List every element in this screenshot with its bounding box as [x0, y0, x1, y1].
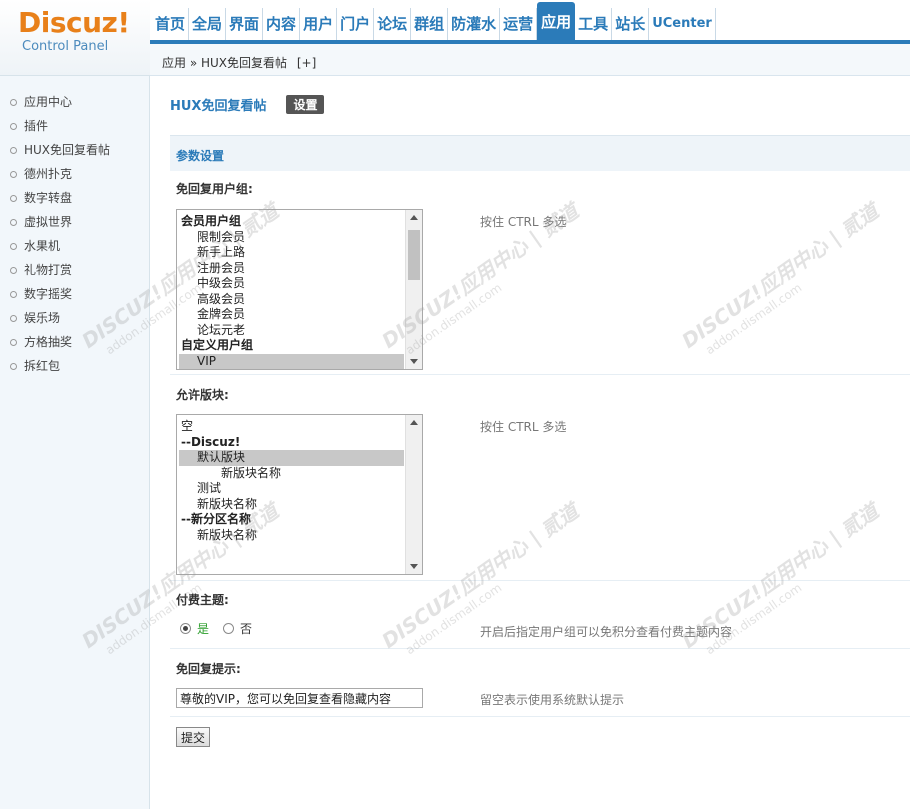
select-option[interactable]: 新版块名称 — [179, 528, 404, 544]
forums-label: 允许版块: — [176, 388, 229, 402]
nav-item-6[interactable]: 论坛 — [374, 8, 412, 40]
select-option[interactable]: 自定义用户组 — [179, 338, 404, 354]
sidebar-item[interactable]: 数字摇奖 — [0, 282, 149, 306]
select-option[interactable]: 限制会员 — [179, 230, 404, 246]
nav-item-4[interactable]: 用户 — [300, 8, 338, 40]
section-header: 参数设置 — [170, 135, 910, 171]
select-option[interactable]: VIP — [179, 353, 404, 369]
usergroups-scrollbar[interactable] — [405, 210, 422, 369]
forums-select[interactable]: 空 --Discuz! 默认版块 新版块名称 测试 新版块名称 --新分区名称 新版块名称 — [176, 414, 423, 575]
usergroups-hint: 按住 CTRL 多选 — [480, 215, 567, 229]
reply-notice-input[interactable] — [176, 688, 423, 708]
sidebar-item[interactable]: 插件 — [0, 114, 149, 138]
paid-thread-yes-radio[interactable] — [180, 623, 191, 634]
nav-item-13[interactable]: UCenter — [649, 8, 716, 40]
sidebar-item[interactable]: 娱乐场 — [0, 306, 149, 330]
scroll-up-icon[interactable] — [410, 215, 418, 220]
sidebar-item[interactable]: 水果机 — [0, 234, 149, 258]
usergroups-label: 免回复用户组: — [176, 182, 253, 196]
paid-thread-yes-label[interactable]: 是 — [197, 620, 209, 637]
nav-item-11[interactable]: 工具 — [575, 8, 613, 40]
submit-button[interactable]: 提交 — [176, 727, 211, 747]
logo-main-text: Discuz! — [18, 6, 130, 39]
paid-thread-no-label[interactable]: 否 — [240, 620, 252, 637]
divider — [170, 716, 910, 717]
tab-settings[interactable]: 设置 — [286, 94, 325, 114]
forums-scrollbar[interactable] — [405, 415, 422, 574]
select-option[interactable]: 新手上路 — [179, 245, 404, 261]
select-option[interactable]: 新版块名称 — [179, 466, 404, 482]
sidebar: 应用中心 插件 HUX免回复看帖 德州扑克 数字转盘 虚拟世界 水果机 礼物打赏 数字摇奖 娱乐场… — [0, 76, 150, 809]
scroll-thumb[interactable] — [408, 230, 420, 280]
nav-item-1[interactable]: 全局 — [189, 8, 227, 40]
select-option[interactable]: --新分区名称 — [179, 512, 404, 528]
sidebar-item[interactable]: 虚拟世界 — [0, 210, 149, 234]
reply-notice-label: 免回复提示: — [176, 662, 241, 676]
nav-item-7[interactable]: 群组 — [411, 8, 449, 40]
sidebar-item[interactable]: 应用中心 — [0, 90, 149, 114]
select-option[interactable]: 会员用户组 — [179, 214, 404, 230]
logo-sub-text: Control Panel — [22, 39, 109, 54]
divider — [170, 374, 910, 375]
section-title: 参数设置 — [176, 149, 225, 163]
reply-notice-hint: 留空表示使用系统默认提示 — [480, 693, 625, 707]
select-option[interactable]: 论坛元老 — [179, 323, 404, 339]
select-option[interactable]: 新版块名称 — [179, 497, 404, 513]
select-option[interactable]: 注册会员 — [179, 261, 404, 277]
breadcrumb-bar: 应用 » HUX免回复看帖 [+] — [150, 44, 910, 76]
paid-thread-radios: 是 否 — [180, 620, 266, 637]
nav-item-10[interactable]: 应用 — [537, 2, 576, 40]
sidebar-item[interactable]: 拆红包 — [0, 354, 149, 378]
select-option[interactable]: 默认版块 — [179, 450, 404, 466]
header: Discuz! Control Panel 首页 全局 界面 内容 用户 门户 论坛 群组 防灌… — [0, 0, 910, 76]
select-option[interactable]: 空 — [179, 419, 404, 435]
divider — [170, 580, 910, 581]
nav-item-9[interactable]: 运营 — [500, 8, 538, 40]
title-row: HUX免回复看帖 设置 — [170, 94, 325, 114]
select-option[interactable]: --Discuz! — [179, 435, 404, 451]
scroll-up-icon[interactable] — [410, 420, 418, 425]
top-nav-list: 首页 全局 界面 内容 用户 门户 论坛 群组 防灌水 运营 应用 工具 站长 UCenter — [152, 2, 716, 40]
breadcrumb-text: 应用 » HUX免回复看帖 — [162, 56, 287, 70]
page-title: HUX免回复看帖 — [170, 98, 267, 114]
sidebar-item[interactable]: 礼物打赏 — [0, 258, 149, 282]
select-option[interactable]: 高级会员 — [179, 292, 404, 308]
logo[interactable]: Discuz! Control Panel — [0, 0, 150, 76]
nav-item-0[interactable]: 首页 — [152, 8, 190, 40]
scroll-down-icon[interactable] — [410, 359, 418, 364]
nav-item-5[interactable]: 门户 — [337, 8, 375, 40]
sidebar-item[interactable]: HUX免回复看帖 — [0, 138, 149, 162]
usergroups-options: 会员用户组 限制会员 新手上路 注册会员 中级会员 高级会员 金牌会员 论坛元老 自定义用户组 V… — [179, 214, 404, 369]
usergroups-select[interactable]: 会员用户组 限制会员 新手上路 注册会员 中级会员 高级会员 金牌会员 论坛元老 自定义用户组 V… — [176, 209, 423, 370]
main-content: HUX免回复看帖 设置 参数设置 免回复用户组: 会员用户组 限制会员 新手上路 注册… — [170, 76, 910, 809]
nav-item-2[interactable]: 界面 — [226, 8, 264, 40]
divider — [170, 648, 910, 649]
select-option[interactable]: 中级会员 — [179, 276, 404, 292]
scroll-down-icon[interactable] — [410, 564, 418, 569]
sidebar-list: 应用中心 插件 HUX免回复看帖 德州扑克 数字转盘 虚拟世界 水果机 礼物打赏 数字摇奖 娱乐场… — [0, 76, 149, 378]
nav-item-8[interactable]: 防灌水 — [448, 8, 501, 40]
forums-hint: 按住 CTRL 多选 — [480, 420, 567, 434]
sidebar-item[interactable]: 数字转盘 — [0, 186, 149, 210]
breadcrumb-add-link[interactable]: [+] — [297, 56, 316, 70]
nav-item-12[interactable]: 站长 — [612, 8, 650, 40]
breadcrumb: 应用 » HUX免回复看帖 [+] — [162, 54, 316, 71]
nav-item-3[interactable]: 内容 — [263, 8, 301, 40]
top-nav: 首页 全局 界面 内容 用户 门户 论坛 群组 防灌水 运营 应用 工具 站长 UCenter — [150, 0, 910, 44]
sidebar-item[interactable]: 方格抽奖 — [0, 330, 149, 354]
select-option[interactable]: 测试 — [179, 481, 404, 497]
paid-thread-hint: 开启后指定用户组可以免积分查看付费主题内容 — [480, 625, 733, 639]
sidebar-item[interactable]: 德州扑克 — [0, 162, 149, 186]
paid-thread-label: 付费主题: — [176, 593, 229, 607]
forums-options: 空 --Discuz! 默认版块 新版块名称 测试 新版块名称 --新分区名称 新版块名称 — [179, 419, 404, 543]
select-option[interactable]: 金牌会员 — [179, 307, 404, 323]
paid-thread-no-radio[interactable] — [223, 623, 235, 634]
